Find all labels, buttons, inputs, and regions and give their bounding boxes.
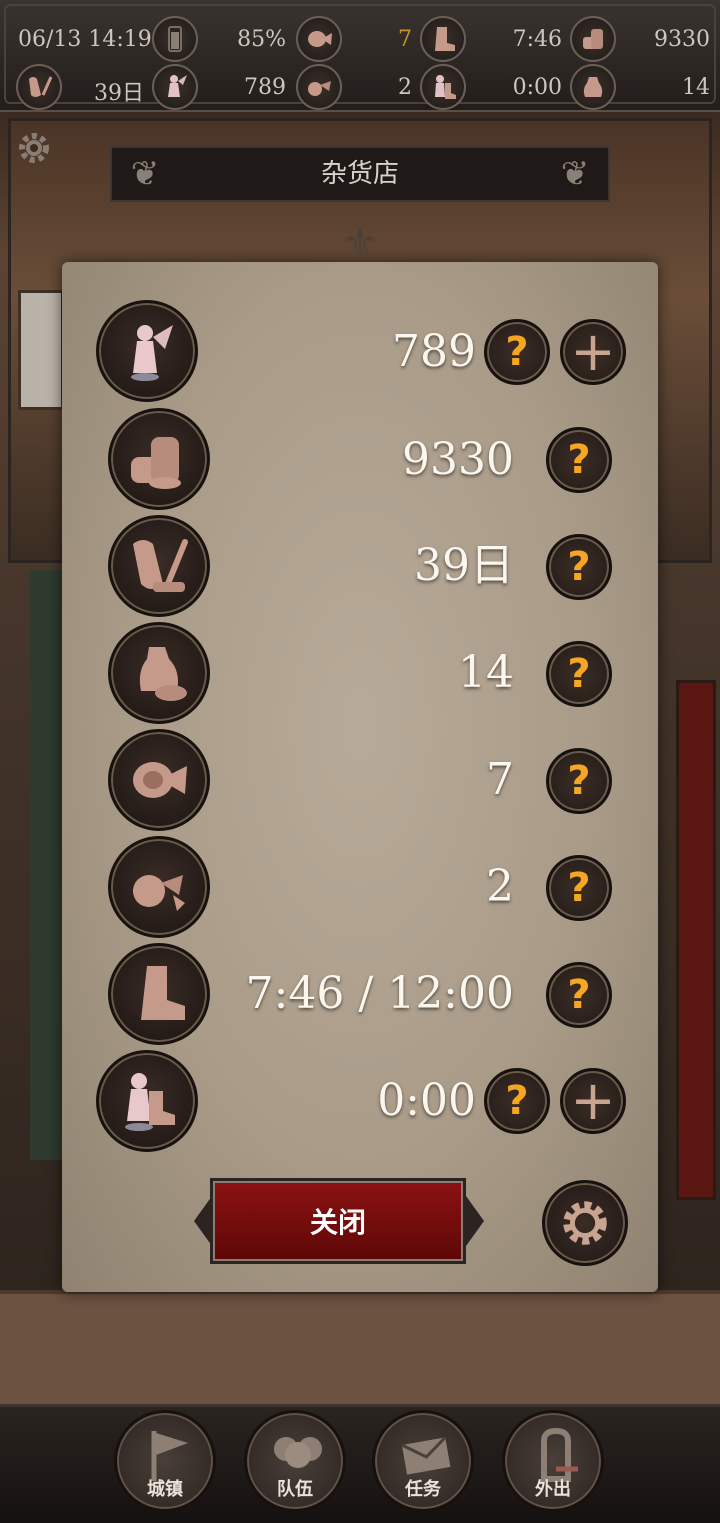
meat-icon [296, 16, 342, 62]
meat-value: 7 [486, 754, 514, 805]
help-button[interactable]: ? [484, 319, 550, 385]
panel-ornament-icon: ⚜ [342, 221, 378, 267]
souls-text: 789 [244, 75, 286, 100]
ham-count-text: 2 [398, 75, 412, 100]
datetime-text: 06/13 14:19 [18, 27, 152, 52]
gear-icon [563, 1201, 607, 1245]
settings-button[interactable] [542, 1180, 628, 1266]
nav-outing-label: 外出 [535, 1479, 571, 1500]
shop-counter [0, 1290, 720, 1406]
extra-time-value: 0:00 [377, 1075, 476, 1126]
help-button[interactable]: ? [546, 962, 612, 1028]
help-button[interactable]: ? [546, 427, 612, 493]
coin-stack-icon [108, 408, 210, 510]
ham-icon [296, 64, 342, 110]
battery-percent-text: 85% [237, 27, 286, 52]
nav-party-label: 队伍 [277, 1479, 313, 1500]
close-button[interactable]: 关闭 [210, 1178, 466, 1264]
boot-icon [420, 16, 466, 62]
bottom-navigation [0, 1404, 720, 1523]
souls-value: 789 [392, 326, 476, 377]
ham-icon [108, 836, 210, 938]
days-value: 39日 [414, 540, 514, 591]
battery-icon [152, 16, 198, 62]
shop-window [18, 290, 64, 410]
bag-value: 14 [458, 647, 514, 698]
fairy-boot-icon [96, 1050, 198, 1152]
help-button[interactable]: ? [546, 855, 612, 921]
nav-party-button[interactable]: 队伍 [244, 1410, 346, 1512]
add-souls-button[interactable]: + [560, 319, 626, 385]
supply-bag-icon [570, 64, 616, 110]
coins-text: 9330 [654, 27, 710, 52]
days-text: 39日 [94, 81, 144, 106]
menu-gear-icon[interactable] [12, 126, 56, 170]
fairy-statue-icon [152, 64, 198, 110]
nav-outing-button[interactable]: 外出 [502, 1410, 604, 1512]
nav-quest-label: 任务 [405, 1479, 441, 1500]
add-time-button[interactable]: + [560, 1068, 626, 1134]
scroll-quill-icon [108, 515, 210, 617]
scroll-quill-icon [16, 64, 62, 110]
page-title: 杂货店 [320, 159, 399, 189]
help-button[interactable]: ? [546, 534, 612, 600]
boot-time-text: 7:46 [512, 27, 562, 52]
help-button[interactable]: ? [484, 1068, 550, 1134]
fairy-boot-icon [420, 64, 466, 110]
boot-time-value: 7:46 / 12:00 [245, 968, 514, 1019]
ham-value: 2 [486, 861, 514, 912]
fairy-statue-icon [96, 300, 198, 402]
close-button-cap-right [466, 1196, 484, 1246]
nav-quest-button[interactable]: 任务 [372, 1410, 474, 1512]
supply-bag-icon [108, 622, 210, 724]
extra-time-text: 0:00 [512, 75, 562, 100]
coins-value: 9330 [402, 434, 514, 485]
meat-icon [108, 729, 210, 831]
right-side-panel [676, 680, 716, 1200]
nav-town-label: 城镇 [147, 1479, 183, 1500]
coin-stack-icon [570, 16, 616, 62]
nav-town-button[interactable]: 城镇 [114, 1410, 216, 1512]
meat-count-text: 7 [398, 27, 412, 52]
help-button[interactable]: ? [546, 748, 612, 814]
help-button[interactable]: ? [546, 641, 612, 707]
bag-count-text: 14 [682, 75, 710, 100]
boot-icon [108, 943, 210, 1045]
